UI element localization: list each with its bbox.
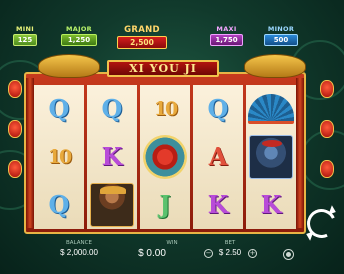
reel-cell: 10 bbox=[34, 133, 84, 181]
reel-cell: Q bbox=[87, 85, 137, 133]
autoplay-icon[interactable] bbox=[283, 249, 294, 260]
jackpot-minor: MINOR 500 bbox=[264, 25, 298, 46]
jackpot-major-label: MAJOR bbox=[66, 25, 92, 33]
game-title: XI YOU JI bbox=[107, 60, 219, 77]
monkey-king-icon bbox=[90, 183, 134, 227]
jackpot-grand: GRAND 2,500 bbox=[117, 25, 167, 49]
balance-value: $ 2,000.00 bbox=[60, 248, 98, 257]
reel-cell: A bbox=[193, 133, 243, 181]
jackpot-grand-label: GRAND bbox=[124, 25, 160, 35]
golden-dragon-icon bbox=[244, 54, 306, 78]
lantern-decoration bbox=[320, 120, 334, 138]
reel-3: 10 J bbox=[140, 85, 190, 229]
jackpot-minor-label: MINOR bbox=[267, 25, 295, 33]
bet-label: BET bbox=[224, 240, 236, 246]
reel-cell: K bbox=[246, 181, 296, 229]
symbol-k: K bbox=[260, 190, 282, 219]
bet-decrease-button[interactable]: − bbox=[204, 249, 213, 258]
jackpot-maxi: MAXI 1,750 bbox=[210, 25, 243, 46]
game-screen: MINI 125 MAJOR 1,250 GRAND 2,500 MAXI 1,… bbox=[0, 0, 344, 274]
jackpot-maxi-value: 1,750 bbox=[210, 34, 243, 46]
spin-icon bbox=[328, 205, 338, 217]
reel-grid: Q 10 Q Q K 10 J Q A K K bbox=[34, 85, 298, 229]
symbol-q: Q bbox=[48, 190, 70, 219]
jackpot-major-value: 1,250 bbox=[61, 34, 97, 46]
symbol-q: Q bbox=[207, 94, 229, 123]
jackpot-minor-value: 500 bbox=[264, 34, 298, 46]
reel-cell: Q bbox=[193, 85, 243, 133]
left-pillar bbox=[26, 78, 34, 228]
reel-cell: K bbox=[193, 181, 243, 229]
scroll-scatter-icon bbox=[143, 135, 187, 179]
reel-1: Q 10 Q bbox=[34, 85, 84, 229]
reel-cell: K bbox=[87, 133, 137, 181]
symbol-k: K bbox=[207, 190, 229, 219]
jackpot-mini-label: MINI bbox=[16, 25, 34, 33]
reel-cell bbox=[87, 181, 137, 229]
reel-cell: Q bbox=[34, 85, 84, 133]
bet-increase-button[interactable]: + bbox=[248, 249, 257, 258]
reel-cell bbox=[246, 85, 296, 133]
fan-icon bbox=[248, 94, 294, 124]
symbol-q: Q bbox=[48, 94, 70, 123]
lantern-decoration bbox=[320, 80, 334, 98]
jackpot-major: MAJOR 1,250 bbox=[61, 25, 97, 46]
warrior-icon bbox=[249, 135, 293, 179]
bet-value: $ 2.50 bbox=[218, 248, 242, 257]
reel-4: Q A K bbox=[193, 85, 243, 229]
reel-cell bbox=[246, 133, 296, 181]
bottom-bar: BALANCE $ 2,000.00 WIN $ 0.00 − BET $ 2.… bbox=[0, 236, 344, 274]
reel-cell bbox=[140, 133, 190, 181]
symbol-a: A bbox=[208, 142, 228, 171]
win-label: WIN bbox=[166, 240, 178, 246]
lantern-decoration bbox=[8, 160, 22, 178]
jackpot-bar: MINI 125 MAJOR 1,250 GRAND 2,500 MAXI 1,… bbox=[0, 0, 344, 56]
jackpot-mini: MINI 125 bbox=[13, 25, 37, 46]
reel-5: K bbox=[246, 85, 296, 229]
reel-cell: 10 bbox=[140, 85, 190, 133]
symbol-10: 10 bbox=[47, 145, 72, 168]
golden-dragon-icon bbox=[38, 54, 100, 78]
symbol-j: J bbox=[159, 190, 171, 219]
reel-cell: Q bbox=[34, 181, 84, 229]
symbol-10: 10 bbox=[153, 97, 178, 120]
balance-label: BALANCE bbox=[66, 240, 92, 246]
reel-2: Q K bbox=[87, 85, 137, 229]
lantern-decoration bbox=[8, 120, 22, 138]
lantern-decoration bbox=[8, 80, 22, 98]
win-value: $ 0.00 bbox=[138, 248, 166, 259]
background-scale bbox=[300, 130, 344, 190]
reel-cell: J bbox=[140, 181, 190, 229]
symbol-q: Q bbox=[101, 94, 123, 123]
symbol-k: K bbox=[101, 142, 123, 171]
jackpot-maxi-label: MAXI bbox=[216, 25, 237, 33]
jackpot-grand-value: 2,500 bbox=[117, 36, 167, 49]
lantern-decoration bbox=[320, 160, 334, 178]
jackpot-mini-value: 125 bbox=[13, 34, 37, 46]
